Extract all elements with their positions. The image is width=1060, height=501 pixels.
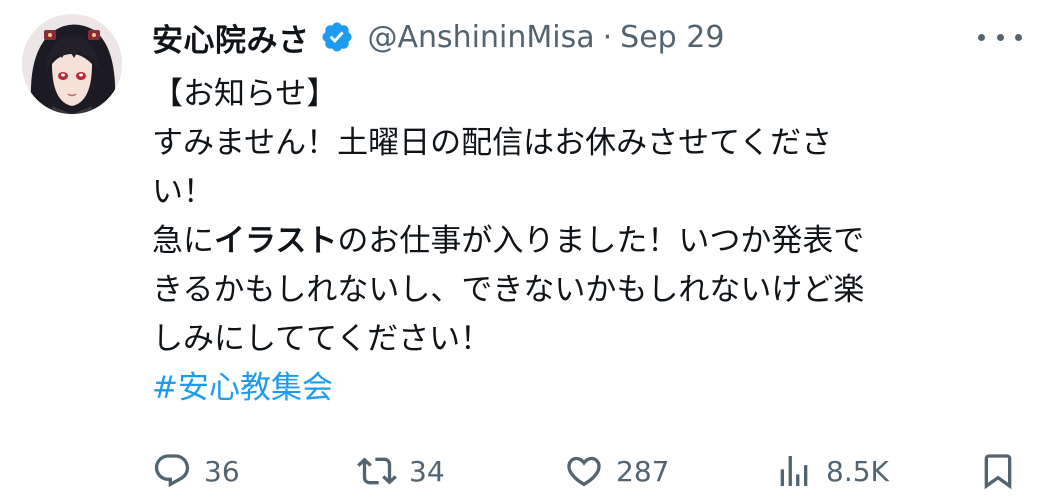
views-icon <box>780 456 808 486</box>
tweet-text: のお仕事が入りました！いつか発表で <box>337 223 865 259</box>
tweet-body: 【お知らせ】 すみません！土曜日の配信はお休みさせてくださ い！ 急にイラストの… <box>152 70 1012 413</box>
heart-icon <box>567 456 601 487</box>
tweet-text: い！ <box>152 174 214 210</box>
more-dot <box>978 33 985 41</box>
tweet-text: しみにしててください！ <box>152 321 492 357</box>
reply-count: 36 <box>204 454 240 488</box>
tweet-header: 安心院みさ @AnshininMisa · Sep 29 <box>152 14 724 60</box>
avatar[interactable] <box>22 14 122 114</box>
tweet-text: きるかもしれないし、できないかもしれないけど楽 <box>152 272 865 308</box>
display-name[interactable]: 安心院みさ <box>152 15 310 60</box>
retweet-button[interactable]: 34 <box>357 446 445 496</box>
tweet-text: 急に <box>152 223 214 259</box>
views-button[interactable]: 8.5K <box>774 446 889 496</box>
tweet-date[interactable]: Sep 29 <box>620 20 724 55</box>
action-bar: 36 34 287 8.5K <box>152 446 1022 496</box>
separator-dot: · <box>602 19 613 55</box>
retweet-icon <box>357 457 397 485</box>
like-count: 287 <box>616 454 670 488</box>
reply-icon <box>154 454 190 488</box>
tweet-line: 急にイラストのお仕事が入りました！いつか発表で <box>152 217 1012 266</box>
user-handle[interactable]: @AnshininMisa <box>368 20 595 55</box>
hashtag-link[interactable]: #安心教集会 <box>152 370 333 406</box>
verified-badge-icon <box>320 20 354 54</box>
reply-button[interactable]: 36 <box>152 446 240 496</box>
bookmark-icon <box>984 454 1012 490</box>
tweet-line: 【お知らせ】 <box>152 70 1012 119</box>
tweet-line: い！ <box>152 168 1012 217</box>
more-dot <box>996 33 1004 41</box>
tweet-text-bold: イラスト <box>214 223 338 259</box>
tweet-line: きるかもしれないし、できないかもしれないけど楽 <box>152 266 1012 315</box>
like-button[interactable]: 287 <box>564 446 669 496</box>
tweet: 安心院みさ @AnshininMisa · Sep 29 【お知らせ】 すみませ… <box>0 0 1060 501</box>
more-options-icon[interactable] <box>978 22 1022 52</box>
tweet-line: #安心教集会 <box>152 364 1012 413</box>
tweet-text: 【お知らせ】 <box>152 76 338 112</box>
tweet-line: しみにしててください！ <box>152 315 1012 364</box>
bookmark-button[interactable] <box>978 446 1018 496</box>
views-count: 8.5K <box>826 454 889 488</box>
tweet-text: すみません！土曜日の配信はお休みさせてくださ <box>152 125 833 161</box>
more-dot <box>1015 33 1022 41</box>
avatar-image <box>22 14 122 114</box>
retweet-count: 34 <box>409 454 445 488</box>
tweet-line: すみません！土曜日の配信はお休みさせてくださ <box>152 119 1012 168</box>
